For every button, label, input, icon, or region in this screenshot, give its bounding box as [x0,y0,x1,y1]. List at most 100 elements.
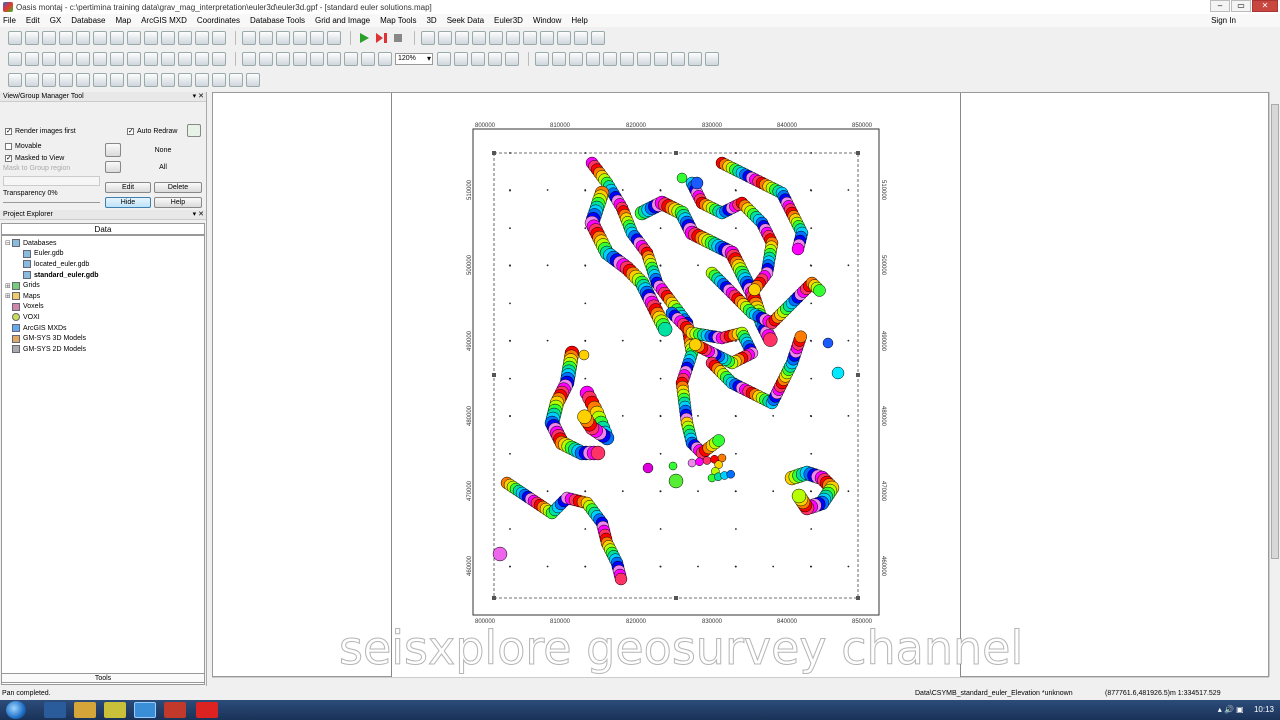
layer-4-icon[interactable] [212,52,226,66]
grid-tool-11-icon[interactable] [591,31,605,45]
profile-icon[interactable] [242,31,256,45]
layer-icon[interactable] [161,52,175,66]
map-window[interactable]: 800000 800000 810000 810000 820000 820000 8300… [212,92,1269,677]
new-project-icon[interactable] [8,31,22,45]
menu-gx[interactable]: GX [45,16,67,25]
checkbox-box[interactable]: ✓ [127,127,134,135]
grid-trend-icon[interactable] [195,73,209,87]
render-images-first-checkbox[interactable]: ✓ Render images first [5,126,76,136]
masked-to-view-checkbox[interactable]: ✓ Masked to View [5,153,64,163]
move-icon[interactable] [93,52,107,66]
grid-tool-icon[interactable] [421,31,435,45]
clock[interactable]: 10:13 [1254,705,1274,714]
close-button[interactable]: ✕ [1252,0,1278,12]
powerpoint-icon[interactable] [164,702,186,718]
tools-tab[interactable]: Tools [1,673,205,683]
expand-icon[interactable]: ⊞ [5,282,12,290]
collapse-icon[interactable]: ⊟ [5,239,12,247]
grid-tool-3-icon[interactable] [455,31,469,45]
redraw-icon[interactable] [437,52,451,66]
snap-icon[interactable] [488,52,502,66]
record-icon[interactable] [374,31,388,45]
checkbox-box[interactable]: ✓ [5,127,12,135]
tree-node-euler-gdb[interactable]: Euler.gdb [2,249,204,260]
pan-hand-icon[interactable] [259,52,273,66]
new-database-icon[interactable] [42,31,56,45]
help-button[interactable]: Help [154,197,202,208]
text-icon[interactable] [654,52,668,66]
grid-tool-9-icon[interactable] [557,31,571,45]
edit-button[interactable]: Edit [105,182,151,193]
grid-tool-7-icon[interactable] [523,31,537,45]
grid-tool-8-icon[interactable] [540,31,554,45]
oasis-montaj-icon[interactable] [134,702,156,718]
table-icon[interactable] [310,31,324,45]
grid-window-icon[interactable] [161,73,175,87]
movable-checkbox[interactable]: Movable [5,141,41,151]
zoom-page-icon[interactable] [310,52,324,66]
pointer-icon[interactable] [535,52,549,66]
polygon-icon[interactable] [603,52,617,66]
delete-button[interactable]: Delete [154,182,202,193]
pane-controls[interactable]: ▾ ✕ [193,92,204,102]
properties-icon[interactable] [212,31,226,45]
circle-icon[interactable] [620,52,634,66]
zoom-in-icon[interactable] [242,52,256,66]
pen-icon[interactable] [688,52,702,66]
crosshair-icon[interactable] [505,52,519,66]
map-new-icon[interactable] [42,52,56,66]
tree-node-voxi[interactable]: VOXI [2,312,204,323]
menu-arcgis-mxd[interactable]: ArcGIS MXD [136,16,192,25]
menu-3d[interactable]: 3D [421,16,441,25]
grid-paste-icon[interactable] [76,73,90,87]
zoom-level-select[interactable]: 120% [395,53,433,65]
menu-map-tools[interactable]: Map Tools [375,16,421,25]
sphere-icon[interactable] [25,52,39,66]
grid-tool-5-icon[interactable] [489,31,503,45]
layer-2-icon[interactable] [178,52,192,66]
grid-resample-icon[interactable] [178,73,192,87]
arrow-right-icon[interactable] [105,161,121,173]
grid-stats-icon[interactable] [144,73,158,87]
map-manager-icon[interactable] [8,52,22,66]
grid-tool-2-icon[interactable] [438,31,452,45]
print-icon[interactable] [127,31,141,45]
menu-file[interactable]: File [0,16,21,25]
vertical-scrollbar[interactable] [1269,92,1280,677]
menu-database[interactable]: Database [66,16,110,25]
map-canvas[interactable]: 8000008000008100008100008200008200008300… [392,93,962,677]
tree-node-standard-euler-gdb[interactable]: standard_euler.gdb [2,270,204,281]
grid-mask-icon[interactable] [212,73,226,87]
grid-filter-icon[interactable] [93,73,107,87]
select-icon[interactable] [59,52,73,66]
start-button[interactable] [6,701,26,719]
selection-handle[interactable] [674,596,678,600]
expression-icon[interactable] [327,31,341,45]
tree-node-databases[interactable]: ⊟ Databases [2,238,204,249]
tree-node-voxels[interactable]: Voxels [2,302,204,313]
redo-icon[interactable] [178,31,192,45]
grid-clip-icon[interactable] [229,73,243,87]
app-icon-yellow[interactable] [104,702,126,718]
polyline-icon[interactable] [569,52,583,66]
tree-node-grids[interactable]: ⊞ Grids [2,280,204,291]
row-icon[interactable] [293,31,307,45]
gx-icon[interactable] [195,31,209,45]
tree-node-maps[interactable]: ⊞ Maps [2,291,204,302]
zoom-window-icon[interactable] [361,52,375,66]
column-icon[interactable] [276,31,290,45]
new-map-icon[interactable] [76,31,90,45]
menu-map[interactable]: Map [111,16,137,25]
globe-icon[interactable] [327,52,341,66]
select-area-icon[interactable] [76,52,90,66]
hide-button[interactable]: Hide [105,197,151,208]
grid-contour-icon[interactable] [127,73,141,87]
grid-open-icon[interactable] [25,73,39,87]
horizontal-scrollbar[interactable] [212,677,1269,687]
auto-redraw-checkbox[interactable]: ✓ Auto Redraw [127,126,177,136]
mask-group-select[interactable] [3,176,100,186]
menu-window[interactable]: Window [528,16,566,25]
grid-shade-icon[interactable] [110,73,124,87]
graticule-icon[interactable] [471,52,485,66]
menu-grid-and-image[interactable]: Grid and Image [310,16,375,25]
